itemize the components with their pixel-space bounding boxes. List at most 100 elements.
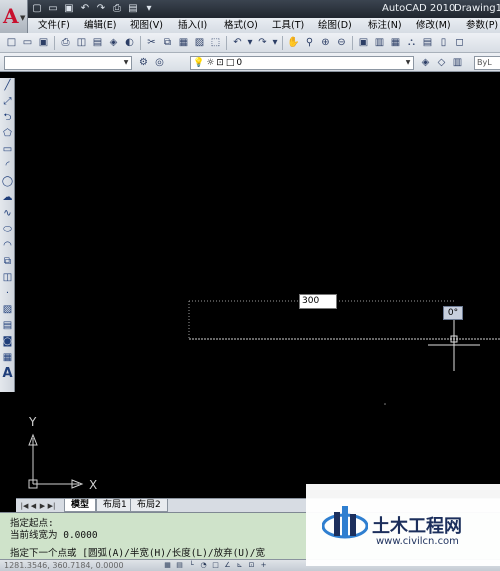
spline-icon[interactable]: ∿	[0, 206, 15, 222]
object-snap-icon[interactable]: □	[210, 560, 221, 571]
next-tab-icon[interactable]: ▶	[38, 501, 47, 511]
publish-icon[interactable]: ▤	[90, 35, 105, 51]
new-icon[interactable]: ▢	[30, 2, 44, 16]
menu-format[interactable]: 格式(O)	[224, 18, 258, 33]
layers-toolbar: ▼ ⚙ ◎ 💡 ☼ ⊡ □ 0 ▼ ◈ ◇ ▥ ByL	[0, 53, 500, 72]
plot-preview-icon[interactable]: ◫	[74, 35, 89, 51]
grid-display-icon[interactable]: ▤	[174, 560, 185, 571]
polygon-icon[interactable]: ⬠	[0, 126, 15, 142]
copy-icon[interactable]: ⧉	[160, 35, 175, 51]
multiline-text-icon[interactable]: A	[0, 366, 15, 382]
object-snap-tracking-icon[interactable]: ∠	[222, 560, 233, 571]
snap-mode-icon[interactable]: ▦	[162, 560, 173, 571]
zoom-realtime-icon[interactable]: ⚲	[302, 35, 317, 51]
redo-icon[interactable]: ↷	[94, 2, 108, 16]
design-center-icon[interactable]: ▥	[372, 35, 387, 51]
ortho-mode-icon[interactable]: └	[186, 560, 197, 571]
dynamic-angle-tooltip[interactable]: 0°	[443, 306, 463, 320]
workspace-dropdown[interactable]: ▼	[4, 56, 132, 70]
dynamic-input-icon[interactable]: ⊡	[246, 560, 257, 571]
tab-model[interactable]: 模型	[64, 499, 97, 512]
polyline-icon[interactable]: ⮌	[0, 110, 15, 126]
point-icon[interactable]: ·	[0, 286, 15, 302]
plot-icon[interactable]: ⎙	[58, 35, 73, 51]
menu-parametric[interactable]: 参数(P)	[466, 18, 498, 33]
save-icon[interactable]: ▣	[62, 2, 76, 16]
undo-icon[interactable]: ↶	[230, 35, 245, 51]
menu-file[interactable]: 文件(F)	[38, 18, 70, 33]
properties-icon[interactable]: ▣	[356, 35, 371, 51]
my-workspace-icon[interactable]: ◎	[152, 55, 167, 71]
paste-icon[interactable]: ▦	[176, 35, 191, 51]
ellipse-arc-icon[interactable]: ◠	[0, 238, 15, 254]
layer-states-icon[interactable]: ▥	[450, 55, 465, 71]
help-icon[interactable]: ◻	[452, 35, 467, 51]
layer-previous-icon[interactable]: ◇	[434, 55, 449, 71]
menu-view[interactable]: 视图(V)	[130, 18, 163, 33]
make-block-icon[interactable]: ◫	[0, 270, 15, 286]
sheet-set-icon[interactable]: ⛬	[404, 35, 419, 51]
zoom-window-icon[interactable]: ⊕	[318, 35, 333, 51]
color-control-dropdown[interactable]: ByL	[474, 56, 500, 70]
menu-tools[interactable]: 工具(T)	[272, 18, 304, 33]
markup-icon[interactable]: ▤	[420, 35, 435, 51]
region-icon[interactable]: ◙	[0, 334, 15, 350]
undo-dropdown-icon[interactable]: ▾	[246, 35, 254, 51]
menu-draw[interactable]: 绘图(D)	[318, 18, 352, 33]
calculator-icon[interactable]: ▯	[436, 35, 451, 51]
table-icon[interactable]: ▦	[0, 350, 15, 366]
make-current-layer-icon[interactable]: ◈	[418, 55, 433, 71]
gradient-icon[interactable]: ▤	[0, 318, 15, 334]
construction-line-icon[interactable]: ⤢	[0, 94, 15, 110]
separator	[226, 35, 227, 50]
save-icon[interactable]: ▣	[36, 35, 51, 51]
revision-cloud-icon[interactable]: ☁	[0, 190, 15, 206]
last-tab-icon[interactable]: ▶|	[47, 501, 56, 511]
line-icon[interactable]: ╱	[0, 78, 15, 94]
hatch-icon[interactable]: ▨	[0, 302, 15, 318]
first-tab-icon[interactable]: |◀	[20, 501, 29, 511]
pan-icon[interactable]: ✋	[286, 35, 301, 51]
separator	[140, 35, 141, 50]
publish-icon[interactable]: ▤	[126, 2, 140, 16]
undo-icon[interactable]: ↶	[78, 2, 92, 16]
ucs-icon	[28, 433, 84, 489]
cut-icon[interactable]: ✂	[144, 35, 159, 51]
3d-dwf-icon[interactable]: ◈	[106, 35, 121, 51]
zoom-previous-icon[interactable]: ⊖	[334, 35, 349, 51]
coordinate-readout[interactable]: 1281.3546, 360.7184, 0.0000	[4, 560, 124, 571]
lineweight-icon[interactable]: +	[258, 560, 269, 571]
menu-insert[interactable]: 插入(I)	[178, 18, 207, 33]
etransmit-icon[interactable]: ◐	[122, 35, 137, 51]
rectangle-icon[interactable]: ▭	[0, 142, 15, 158]
insert-block-icon[interactable]: ⧉	[0, 254, 15, 270]
menu-dimension[interactable]: 标注(N)	[368, 18, 402, 33]
tab-layout1[interactable]: 布局1	[96, 499, 134, 512]
prev-tab-icon[interactable]: ◀	[29, 501, 38, 511]
open-icon[interactable]: ▭	[46, 2, 60, 16]
drawing-area[interactable]: 300 0° Y X	[16, 73, 500, 498]
autocad-logo-icon: A	[3, 4, 19, 28]
circle-icon[interactable]: ◯	[0, 174, 15, 190]
redo-icon[interactable]: ↷	[255, 35, 270, 51]
new-icon[interactable]: □	[4, 35, 19, 51]
dynamic-ucs-icon[interactable]: ⊾	[234, 560, 245, 571]
workspace-settings-icon[interactable]: ⚙	[136, 55, 151, 71]
menu-modify[interactable]: 修改(M)	[416, 18, 451, 33]
ellipse-icon[interactable]: ⬭	[0, 222, 15, 238]
layer-dropdown[interactable]: 💡 ☼ ⊡ □ 0 ▼	[190, 56, 414, 70]
command-prompt[interactable]: 指定下一个点或 [圆弧(A)/半宽(H)/长度(L)/放弃(U)/宽	[10, 545, 265, 559]
qat-dropdown-icon[interactable]: ▾	[142, 2, 156, 16]
watermark-url: www.civilcn.com	[376, 536, 459, 547]
tab-layout2[interactable]: 布局2	[130, 499, 168, 512]
block-editor-icon[interactable]: ⬚	[208, 35, 223, 51]
plot-icon[interactable]: ⎙	[110, 2, 124, 16]
polar-tracking-icon[interactable]: ◔	[198, 560, 209, 571]
menu-edit[interactable]: 编辑(E)	[84, 18, 116, 33]
tool-palettes-icon[interactable]: ▦	[388, 35, 403, 51]
open-icon[interactable]: ▭	[20, 35, 35, 51]
match-properties-icon[interactable]: ▨	[192, 35, 207, 51]
dynamic-length-input[interactable]: 300	[299, 294, 337, 309]
arc-icon[interactable]: ◜	[0, 158, 15, 174]
redo-dropdown-icon[interactable]: ▾	[271, 35, 279, 51]
